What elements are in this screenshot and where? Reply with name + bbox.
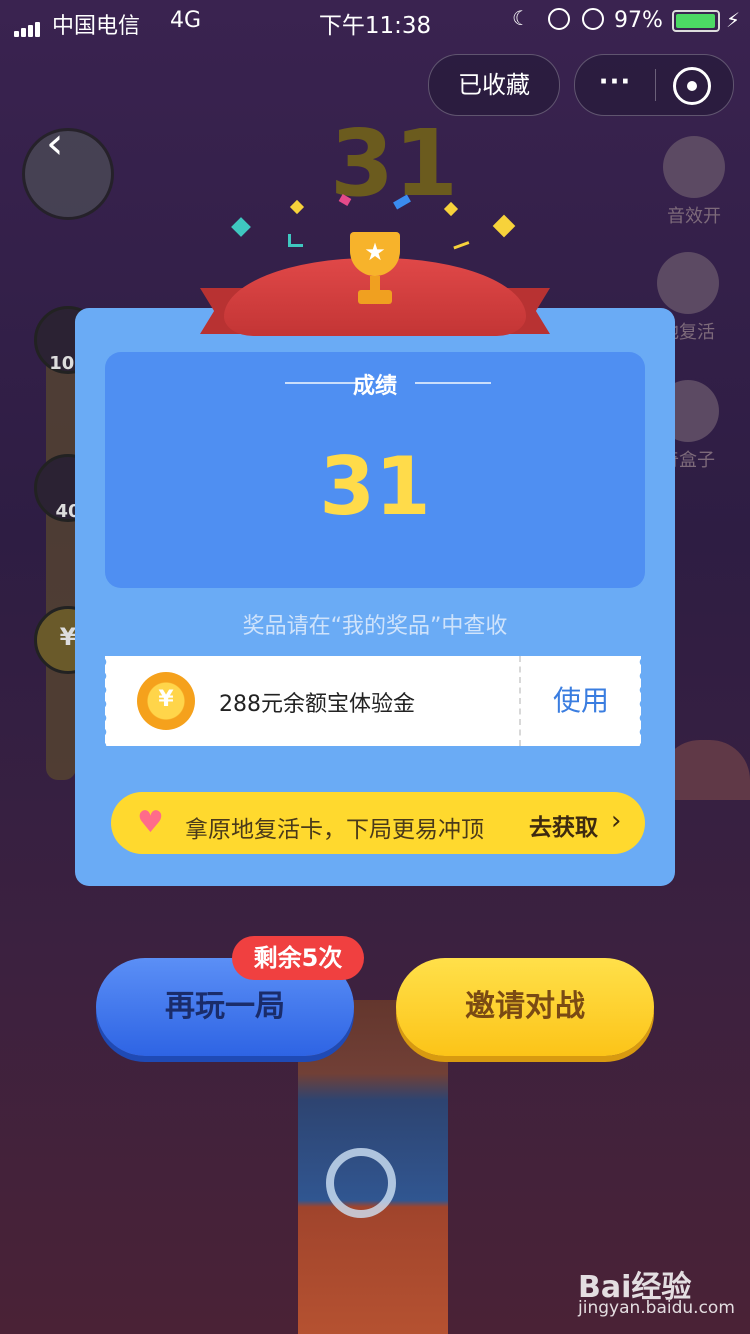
reward-coupon: ¥ 288元余额宝体验金 使用 [102,656,644,746]
rotation-lock-icon [548,8,570,30]
revive-card-banner[interactable]: ♥ 拿原地复活卡，下局更易冲顶 去获取 › [111,792,645,854]
sound-toggle-label: 音效开 [667,206,721,227]
status-bar: 中国电信 4G 下午11:38 ☾ 97% ⚡ [0,0,750,40]
confetti-piece [450,233,470,250]
title-divider-right [415,382,491,384]
confetti-piece [289,199,305,215]
sound-toggle[interactable]: 音效开 [660,136,728,228]
trophy-base [358,290,392,304]
capsule-divider [655,69,656,101]
mini-program-capsule: ··· [574,54,734,116]
battery-icon [672,10,720,32]
close-mini-program-icon[interactable] [673,67,711,105]
favorite-button[interactable]: 已收藏 [428,54,560,116]
battery-percent: 97% [614,8,663,33]
confetti-piece [492,214,516,238]
coupon-title: 288元余额宝体验金 [219,692,415,717]
chevron-right-icon: › [611,806,622,836]
coupon-edge-right [638,656,644,746]
remaining-plays-badge: 剩余5次 [232,936,364,980]
confetti-piece [231,217,251,237]
star-icon: ★ [364,238,386,266]
prize-hint: 奖品请在“我的奖品”中查收 [242,614,508,639]
coupon-edge-left [102,656,108,746]
heart-icon: ♥ [137,805,164,840]
coin-symbol: ¥ [158,687,174,712]
moon-icon: ☾ [512,6,530,30]
confetti-piece [288,234,303,247]
get-revive-link[interactable]: 去获取 [529,808,598,842]
alarm-icon [582,8,604,30]
more-menu-button[interactable]: ··· [575,55,655,115]
revive-banner-text: 拿原地复活卡，下局更易冲顶 [185,817,484,843]
back-arrow-icon[interactable]: ‹ [46,118,64,169]
progress-track [46,350,76,780]
music-note-icon [663,136,725,198]
use-coupon-button[interactable]: 使用 [521,656,641,746]
score-title: 成绩 [352,374,397,399]
invite-battle-button[interactable]: 邀请对战 [396,958,654,1056]
score-panel: 成绩 31 [105,352,645,588]
result-card: 成绩 31 奖品请在“我的奖品”中查收 ¥ 288元余额宝体验金 使用 ♥ 拿原… [75,308,675,886]
player-avatar [22,128,114,220]
trophy-icon: ★ [340,232,410,312]
brand-e-icon [326,1148,396,1218]
battery-fill [676,14,715,28]
final-score: 31 [319,440,431,533]
heart-icon [657,252,719,314]
coin-icon: ¥ [137,672,195,730]
charging-icon: ⚡ [726,8,741,32]
watermark-url: jingyan.baidu.com [578,1298,735,1318]
